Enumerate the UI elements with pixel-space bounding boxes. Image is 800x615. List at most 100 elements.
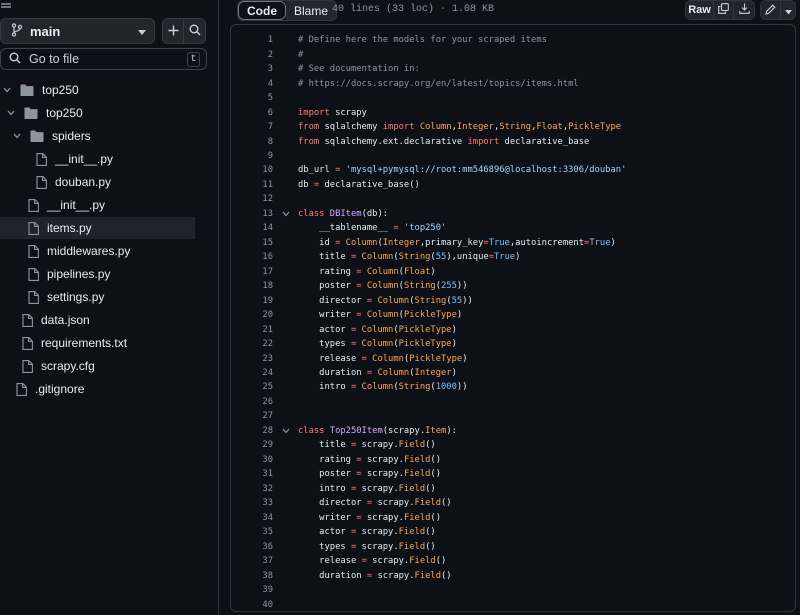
tree-file[interactable]: requirements.txt [0, 332, 210, 354]
code-line: 28 class Top250Item(scrapy.Item): [231, 424, 795, 438]
code-viewer[interactable]: 1 # Define here the models for your scrap… [230, 24, 796, 612]
tree-item-label: middlewares.py [47, 244, 131, 258]
tree-folder[interactable]: top250 [0, 102, 210, 124]
line-number[interactable]: 14 [231, 223, 273, 233]
line-number[interactable]: 22 [231, 339, 273, 349]
tree-folder[interactable]: spiders [0, 125, 210, 147]
copy-button[interactable] [714, 1, 734, 19]
line-number[interactable]: 35 [231, 527, 273, 537]
code-line: 29 title = scrapy.Field() [231, 438, 795, 452]
line-number[interactable]: 27 [231, 411, 273, 421]
tree-file[interactable]: pipelines.py [0, 263, 210, 285]
line-number[interactable]: 3 [231, 64, 273, 74]
line-number[interactable]: 30 [231, 455, 273, 465]
tree-file[interactable]: middlewares.py [0, 240, 210, 262]
line-number[interactable]: 37 [231, 556, 273, 566]
raw-button[interactable]: Raw [686, 1, 714, 19]
line-number[interactable]: 17 [231, 267, 273, 277]
line-number[interactable]: 36 [231, 542, 273, 552]
code-text: intro = scrapy.Field() [298, 483, 436, 494]
tree-folder[interactable]: top250 [0, 79, 210, 101]
tree-file[interactable]: __init__.py [0, 148, 210, 170]
line-number[interactable]: 10 [231, 165, 273, 175]
code-text: intro = Column(String(1000)) [298, 382, 468, 393]
tree-file[interactable]: .gitignore [0, 378, 210, 400]
line-number[interactable]: 25 [231, 382, 273, 392]
code-line: 16 title = Column(String(55),unique=True… [231, 250, 795, 264]
line-number[interactable]: 18 [231, 281, 273, 291]
code-text: # https://docs.scrapy.org/en/latest/topi… [298, 78, 579, 89]
search-icon [9, 52, 21, 67]
code-line: 1 # Define here the models for your scrap… [231, 33, 795, 47]
branch-selector[interactable]: main [0, 18, 155, 44]
line-number[interactable]: 1 [231, 35, 273, 45]
line-number[interactable]: 31 [231, 469, 273, 479]
code-line: 40 [231, 597, 795, 611]
add-file-button[interactable] [162, 18, 184, 44]
line-number[interactable]: 15 [231, 238, 273, 248]
code-line: 8 from sqlalchemy.ext.declarative import … [231, 134, 795, 148]
tree-file[interactable]: douban.py [0, 171, 210, 193]
line-number[interactable]: 26 [231, 397, 273, 407]
code-text: import scrapy [298, 107, 367, 118]
code-line: 22 types = Column(PickleType) [231, 337, 795, 351]
go-to-file-input[interactable]: Go to file t [0, 48, 207, 70]
tree-file[interactable]: settings.py [0, 286, 210, 308]
line-number[interactable]: 16 [231, 252, 273, 262]
code-text: # See documentation in: [298, 64, 420, 75]
view-toggle: Code Blame [237, 0, 338, 21]
tree-file[interactable]: scrapy.cfg [0, 355, 210, 377]
pencil-icon [765, 3, 776, 18]
tree-item-label: top250 [46, 106, 83, 120]
line-number[interactable]: 28 [231, 426, 273, 436]
chevron-down-icon [282, 428, 289, 434]
edit-button[interactable] [761, 1, 781, 19]
tree-file[interactable]: data.json [0, 309, 210, 331]
download-button[interactable] [734, 1, 754, 19]
code-tab[interactable]: Code [238, 1, 286, 20]
line-number[interactable]: 24 [231, 368, 273, 378]
code-line: 31 poster = scrapy.Field() [231, 467, 795, 481]
code-line: 11 db = declarative_base() [231, 178, 795, 192]
tree-item-label: pipelines.py [47, 267, 111, 281]
code-line: 9 [231, 149, 795, 163]
code-line: 18 poster = Column(String(255)) [231, 279, 795, 293]
line-number[interactable]: 13 [231, 209, 273, 219]
line-number[interactable]: 12 [231, 194, 273, 204]
edit-dropdown-button[interactable] [781, 1, 795, 19]
folder-icon [30, 130, 44, 142]
code-line: 30 rating = scrapy.Field() [231, 453, 795, 467]
tree-file[interactable]: __init__.py [0, 194, 210, 216]
line-number[interactable]: 6 [231, 108, 273, 118]
line-number[interactable]: 8 [231, 137, 273, 147]
tree-file[interactable]: items.py [0, 217, 195, 239]
line-number[interactable]: 29 [231, 440, 273, 450]
line-number[interactable]: 4 [231, 79, 273, 89]
line-number[interactable]: 33 [231, 498, 273, 508]
search-button[interactable] [183, 18, 206, 44]
line-number[interactable]: 11 [231, 180, 273, 190]
line-number[interactable]: 40 [231, 600, 273, 610]
line-number[interactable]: 5 [231, 93, 273, 103]
line-number[interactable]: 7 [231, 122, 273, 132]
code-line: 4 # https://docs.scrapy.org/en/latest/top… [231, 76, 795, 90]
line-number[interactable]: 38 [231, 571, 273, 581]
shortcut-key: t [187, 51, 200, 67]
blame-tab[interactable]: Blame [286, 1, 337, 20]
line-number[interactable]: 19 [231, 296, 273, 306]
chevron-down-icon[interactable] [12, 133, 22, 139]
chevron-down-icon[interactable] [2, 87, 12, 93]
line-number[interactable]: 9 [231, 151, 273, 161]
plus-icon [168, 24, 179, 39]
line-number[interactable]: 39 [231, 585, 273, 595]
line-number[interactable]: 2 [231, 50, 273, 60]
fold-toggle[interactable] [273, 428, 298, 434]
line-number[interactable]: 20 [231, 310, 273, 320]
sidebar-toggle-icon[interactable] [0, 0, 12, 10]
line-number[interactable]: 32 [231, 484, 273, 494]
chevron-down-icon[interactable] [6, 110, 16, 116]
line-number[interactable]: 23 [231, 354, 273, 364]
line-number[interactable]: 34 [231, 513, 273, 523]
fold-toggle[interactable] [273, 211, 298, 217]
line-number[interactable]: 21 [231, 325, 273, 335]
